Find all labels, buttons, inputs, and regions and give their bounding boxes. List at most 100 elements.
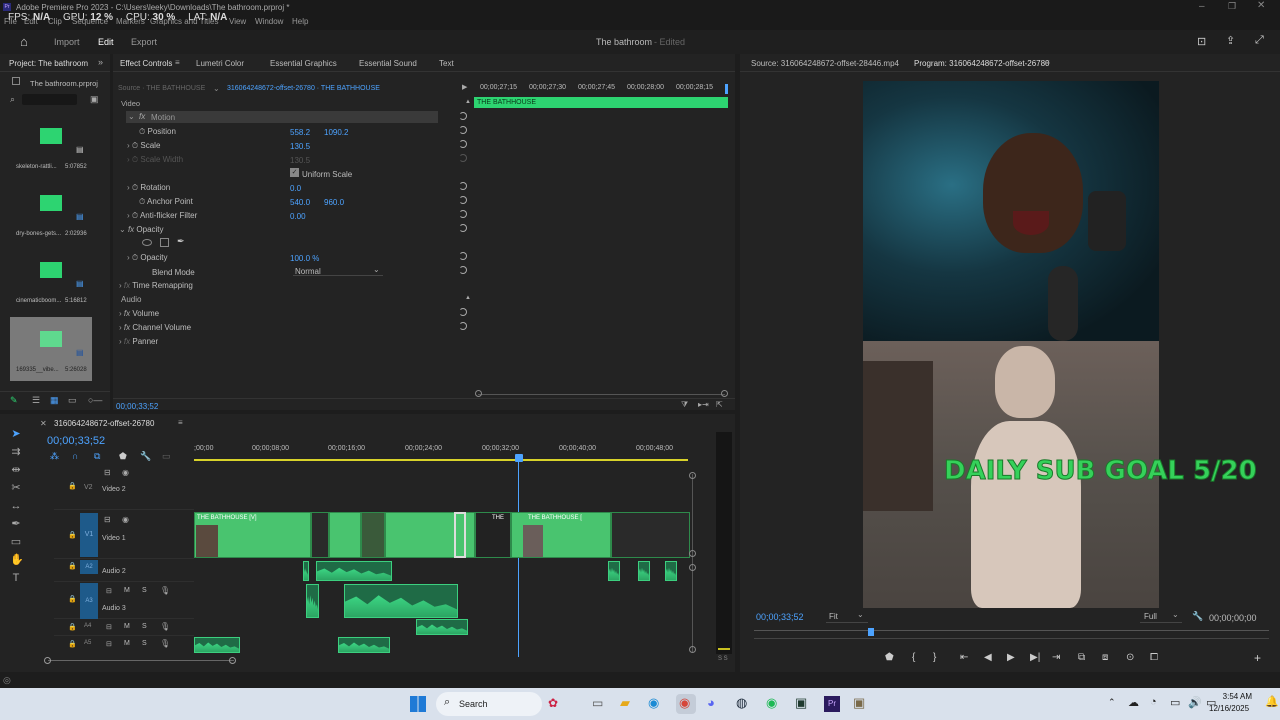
reset-icon[interactable]: [459, 266, 467, 274]
rectangle-tool-icon[interactable]: ▭: [10, 536, 22, 548]
mark-in-icon[interactable]: {: [912, 652, 915, 663]
track-select-tool-icon[interactable]: ⇉: [10, 446, 22, 458]
app-icon[interactable]: ▣: [795, 695, 807, 711]
microphone-icon[interactable]: 🎙: [160, 622, 170, 631]
source-patch-v1[interactable]: V1: [80, 513, 98, 557]
volume-icon[interactable]: 🔊: [1188, 696, 1202, 709]
video-clip[interactable]: THE BATHHOUSE [V]: [194, 512, 311, 558]
tab-program-monitor[interactable]: Program: 316064248672-offset-26780: [914, 59, 1050, 68]
solo-button[interactable]: S: [142, 587, 147, 594]
lock-icon[interactable]: 🔒: [68, 595, 77, 603]
chevron-right-icon[interactable]: ›: [119, 337, 122, 346]
scale-value[interactable]: 130.5: [290, 142, 310, 151]
selection-tool-icon[interactable]: ➤: [10, 428, 22, 440]
opacity-section-row[interactable]: ⌄ fx Opacity: [119, 223, 164, 237]
video-clip[interactable]: THE: [475, 512, 511, 558]
razor-tool-icon[interactable]: ✂: [10, 482, 22, 494]
play-icon[interactable]: ▶: [1007, 652, 1015, 663]
insert-icon[interactable]: ⧉: [1078, 652, 1085, 663]
comparison-view-icon[interactable]: ⧠: [1150, 652, 1158, 663]
tab-essential-sound[interactable]: Essential Sound: [359, 59, 417, 68]
tab-import[interactable]: Import: [54, 37, 80, 47]
play-audio-icon[interactable]: ▸⇥: [698, 400, 709, 409]
freeform-view-icon[interactable]: ▭: [68, 395, 77, 406]
step-back-icon[interactable]: ◀: [984, 652, 992, 663]
add-marker-icon[interactable]: ⬟: [119, 451, 127, 462]
video-clip[interactable]: THE BATHHOUSE [: [511, 512, 611, 558]
minimize-icon[interactable]: –: [1199, 1, 1205, 12]
audio-clip[interactable]: [608, 561, 620, 581]
hand-tool-icon[interactable]: ✋: [10, 554, 24, 566]
scroll-handle[interactable]: [475, 390, 482, 397]
lock-icon[interactable]: 🔒: [68, 482, 77, 490]
microphone-icon[interactable]: 🎙: [160, 586, 170, 595]
workspaces-icon[interactable]: ⊡: [1197, 35, 1206, 48]
scroll-handle[interactable]: [689, 564, 696, 571]
position-y-value[interactable]: 1090.2: [324, 128, 348, 137]
panel-menu-icon[interactable]: ≡: [178, 418, 183, 427]
scroll-handle[interactable]: [44, 657, 51, 664]
show-timeline-icon[interactable]: ▶: [462, 83, 467, 91]
tab-edit[interactable]: Edit: [98, 37, 114, 47]
sync-lock-icon[interactable]: ⊟: [106, 587, 112, 595]
reset-icon[interactable]: [459, 140, 467, 148]
volume-row[interactable]: › fx Volume: [119, 307, 159, 321]
zoom-bar[interactable]: [754, 638, 1269, 639]
stopwatch-icon[interactable]: ⏱: [132, 211, 138, 220]
video-clip[interactable]: [311, 512, 329, 558]
scroll-handle[interactable]: [689, 550, 696, 557]
channel-volume-row[interactable]: › fx Channel Volume: [119, 321, 191, 335]
windows-start-icon[interactable]: [410, 696, 426, 712]
audio-clip[interactable]: [306, 584, 319, 618]
program-video-frame[interactable]: [863, 81, 1159, 608]
maximize-icon[interactable]: ❐: [1228, 1, 1236, 12]
audio-clip[interactable]: [665, 561, 677, 581]
program-scrubber[interactable]: [754, 628, 1269, 642]
mark-out-icon[interactable]: }: [933, 652, 936, 663]
tab-text[interactable]: Text: [439, 59, 454, 68]
project-item[interactable]: ▤ skeleton-rattli... 5:07852: [10, 118, 92, 178]
effects-scrollbar[interactable]: [478, 394, 725, 395]
video-clip[interactable]: [361, 512, 385, 558]
chevron-right-icon[interactable]: ›: [119, 281, 122, 290]
effects-timecode[interactable]: 00;00;33;52: [116, 402, 158, 411]
audio-clip[interactable]: [316, 561, 392, 581]
sequence-tab[interactable]: 316064248672-offset-26780: [54, 419, 154, 428]
tray-chevron-icon[interactable]: ⌃: [1108, 697, 1116, 708]
flicker-value[interactable]: 0.00: [290, 212, 306, 221]
timeline-playhead-handle[interactable]: [515, 454, 523, 462]
overwrite-icon[interactable]: ⧈: [1102, 652, 1108, 663]
chevron-right-icon[interactable]: ›: [127, 211, 130, 220]
program-timecode[interactable]: 00;00;33;52: [756, 612, 804, 622]
stopwatch-icon[interactable]: ⏱: [132, 253, 138, 262]
tab-essential-graphics[interactable]: Essential Graphics: [270, 59, 337, 68]
ellipse-mask-icon[interactable]: [142, 239, 152, 246]
reset-icon[interactable]: [459, 112, 467, 120]
solo-button[interactable]: S: [142, 623, 147, 630]
lock-icon[interactable]: 🔒: [68, 531, 77, 539]
project-search-input[interactable]: [22, 94, 77, 105]
tab-source-monitor[interactable]: Source: 316064248672-offset-28446.mp4: [751, 59, 899, 68]
source-patch-a3[interactable]: A3: [80, 583, 98, 619]
anchor-y-value[interactable]: 960.0: [324, 198, 344, 207]
chevron-down-icon[interactable]: ⌄: [119, 225, 126, 234]
panner-row[interactable]: › fx Panner: [119, 335, 158, 349]
premiere-taskbar-icon[interactable]: Pr: [824, 696, 840, 712]
go-to-in-icon[interactable]: ⇤: [960, 652, 968, 663]
home-icon[interactable]: ⌂: [20, 34, 28, 49]
video-clip[interactable]: [611, 512, 690, 558]
camera-icon[interactable]: ⊙: [1126, 652, 1134, 663]
reset-icon[interactable]: [459, 308, 467, 316]
type-tool-icon[interactable]: T: [10, 572, 22, 584]
pencil-icon[interactable]: ✎: [10, 395, 18, 406]
pen-tool-icon[interactable]: ✒: [10, 518, 22, 530]
settings-wrench-icon[interactable]: 🔧: [140, 451, 151, 462]
chevron-down-icon[interactable]: ⌄: [213, 84, 220, 93]
tab-export[interactable]: Export: [131, 37, 157, 47]
mute-button[interactable]: M: [124, 640, 130, 647]
panel-menu-icon[interactable]: ≡: [175, 58, 180, 67]
resolution-select[interactable]: Full ⌄: [1140, 610, 1182, 623]
stopwatch-icon[interactable]: ⏱: [139, 127, 145, 136]
reset-icon[interactable]: [459, 210, 467, 218]
eye-icon[interactable]: ◉: [122, 515, 129, 524]
